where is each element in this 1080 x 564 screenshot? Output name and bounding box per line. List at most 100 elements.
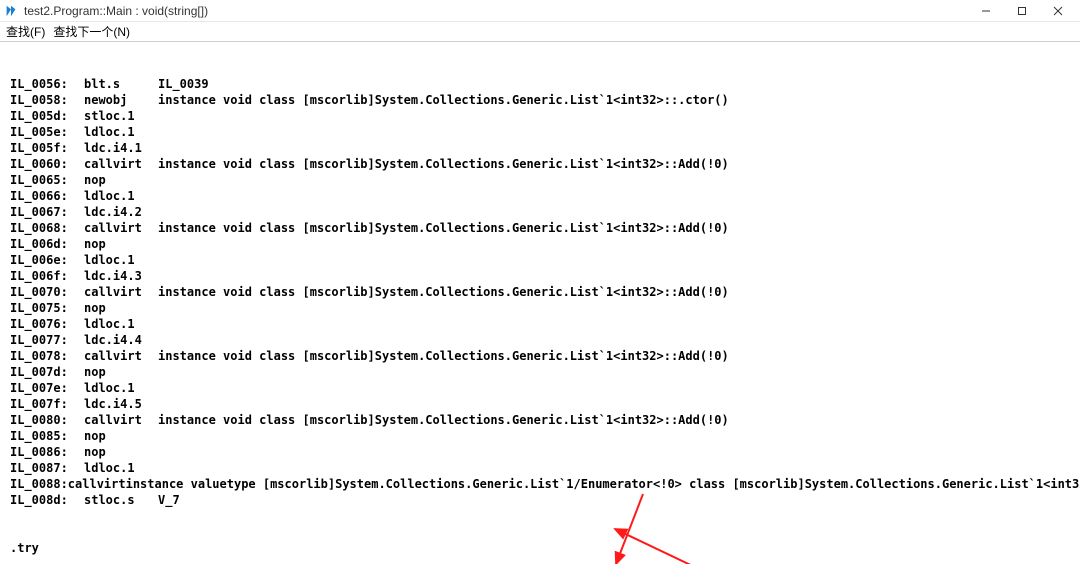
il-opcode: ldloc.1 <box>84 460 158 476</box>
close-button[interactable] <box>1040 1 1076 21</box>
il-offset: IL_0070: <box>10 284 84 300</box>
il-opcode: blt.s <box>84 76 158 92</box>
il-operand: instance void class [mscorlib]System.Col… <box>158 220 729 236</box>
il-row: IL_005e:ldloc.1 <box>10 124 1080 140</box>
il-opcode: ldc.i4.1 <box>84 140 158 156</box>
il-row: IL_0088:callvirtinstance valuetype [msco… <box>10 476 1080 492</box>
il-offset: IL_0086: <box>10 444 84 460</box>
il-opcode: stloc.s <box>84 492 158 508</box>
il-operand: instance void class [mscorlib]System.Col… <box>158 284 729 300</box>
maximize-button[interactable] <box>1004 1 1040 21</box>
il-offset: IL_0066: <box>10 188 84 204</box>
menu-find[interactable]: 查找(F) <box>6 23 45 40</box>
il-offset: IL_0087: <box>10 460 84 476</box>
il-opcode: ldloc.1 <box>84 252 158 268</box>
il-operand: instance void class [mscorlib]System.Col… <box>158 92 729 108</box>
il-row: IL_0085:nop <box>10 428 1080 444</box>
il-opcode: nop <box>84 236 158 252</box>
il-row: IL_007f:ldc.i4.5 <box>10 396 1080 412</box>
il-row: IL_0065:nop <box>10 172 1080 188</box>
il-opcode: ldc.i4.4 <box>84 332 158 348</box>
il-opcode: nop <box>84 172 158 188</box>
try-label: .try <box>10 540 1080 556</box>
il-opcode: callvirt <box>84 284 158 300</box>
il-opcode: ldc.i4.2 <box>84 204 158 220</box>
il-offset: IL_0058: <box>10 92 84 108</box>
disassembly-view[interactable]: IL_0056:blt.sIL_0039IL_0058:newobjinstan… <box>0 42 1080 564</box>
il-opcode: callvirt <box>84 156 158 172</box>
il-opcode: nop <box>84 300 158 316</box>
il-row: IL_0077:ldc.i4.4 <box>10 332 1080 348</box>
il-row: IL_008d:stloc.sV_7 <box>10 492 1080 508</box>
il-row: IL_005f:ldc.i4.1 <box>10 140 1080 156</box>
il-offset: IL_0067: <box>10 204 84 220</box>
il-offset: IL_005e: <box>10 124 84 140</box>
il-offset: IL_0076: <box>10 316 84 332</box>
il-operand: instance void class [mscorlib]System.Col… <box>158 412 729 428</box>
il-opcode: ldloc.1 <box>84 188 158 204</box>
il-row: IL_0086:nop <box>10 444 1080 460</box>
window-controls <box>968 1 1076 21</box>
il-offset: IL_0088: <box>10 476 68 492</box>
il-row: IL_006e:ldloc.1 <box>10 252 1080 268</box>
il-row: IL_006f:ldc.i4.3 <box>10 268 1080 284</box>
il-offset: IL_008d: <box>10 492 84 508</box>
il-offset: IL_006d: <box>10 236 84 252</box>
il-offset: IL_0075: <box>10 300 84 316</box>
il-row: IL_0060:callvirtinstance void class [msc… <box>10 156 1080 172</box>
window-title: test2.Program::Main : void(string[]) <box>24 4 968 18</box>
il-operand: V_7 <box>158 492 180 508</box>
il-offset: IL_007e: <box>10 380 84 396</box>
il-opcode: ldloc.1 <box>84 316 158 332</box>
il-offset: IL_0080: <box>10 412 84 428</box>
app-icon <box>4 4 18 18</box>
il-row: IL_0087:ldloc.1 <box>10 460 1080 476</box>
il-row: IL_0070:callvirtinstance void class [msc… <box>10 284 1080 300</box>
il-offset: IL_006f: <box>10 268 84 284</box>
menubar: 查找(F) 查找下一个(N) <box>0 22 1080 42</box>
il-row: IL_005d:stloc.1 <box>10 108 1080 124</box>
il-offset: IL_0065: <box>10 172 84 188</box>
il-opcode: ldc.i4.5 <box>84 396 158 412</box>
minimize-button[interactable] <box>968 1 1004 21</box>
il-operand: instance valuetype [mscorlib]System.Coll… <box>126 476 1080 492</box>
il-row: IL_0076:ldloc.1 <box>10 316 1080 332</box>
il-opcode: ldc.i4.3 <box>84 268 158 284</box>
il-offset: IL_005f: <box>10 140 84 156</box>
il-opcode: stloc.1 <box>84 108 158 124</box>
il-operand: instance void class [mscorlib]System.Col… <box>158 348 729 364</box>
il-opcode: nop <box>84 428 158 444</box>
menu-find-next[interactable]: 查找下一个(N) <box>53 23 130 40</box>
titlebar: test2.Program::Main : void(string[]) <box>0 0 1080 22</box>
il-offset: IL_007d: <box>10 364 84 380</box>
il-operand: IL_0039 <box>158 76 209 92</box>
il-offset: IL_0085: <box>10 428 84 444</box>
il-row: IL_006d:nop <box>10 236 1080 252</box>
il-offset: IL_006e: <box>10 252 84 268</box>
il-opcode: ldloc.1 <box>84 380 158 396</box>
il-offset: IL_0056: <box>10 76 84 92</box>
il-offset: IL_0068: <box>10 220 84 236</box>
il-row: IL_0080:callvirtinstance void class [msc… <box>10 412 1080 428</box>
il-offset: IL_007f: <box>10 396 84 412</box>
il-row: IL_007d:nop <box>10 364 1080 380</box>
il-row: IL_0066:ldloc.1 <box>10 188 1080 204</box>
il-row: IL_0068:callvirtinstance void class [msc… <box>10 220 1080 236</box>
il-offset: IL_0060: <box>10 156 84 172</box>
il-opcode: newobj <box>84 92 158 108</box>
il-opcode: nop <box>84 444 158 460</box>
il-row: IL_0075:nop <box>10 300 1080 316</box>
il-opcode: callvirt <box>84 348 158 364</box>
il-offset: IL_0077: <box>10 332 84 348</box>
il-opcode: callvirt <box>68 476 126 492</box>
il-row: IL_007e:ldloc.1 <box>10 380 1080 396</box>
il-operand: instance void class [mscorlib]System.Col… <box>158 156 729 172</box>
il-opcode: callvirt <box>84 220 158 236</box>
il-row: IL_0067:ldc.i4.2 <box>10 204 1080 220</box>
il-row: IL_0056:blt.sIL_0039 <box>10 76 1080 92</box>
il-offset: IL_0078: <box>10 348 84 364</box>
il-row: IL_0078:callvirtinstance void class [msc… <box>10 348 1080 364</box>
il-opcode: callvirt <box>84 412 158 428</box>
il-opcode: nop <box>84 364 158 380</box>
il-row: IL_0058:newobjinstance void class [mscor… <box>10 92 1080 108</box>
